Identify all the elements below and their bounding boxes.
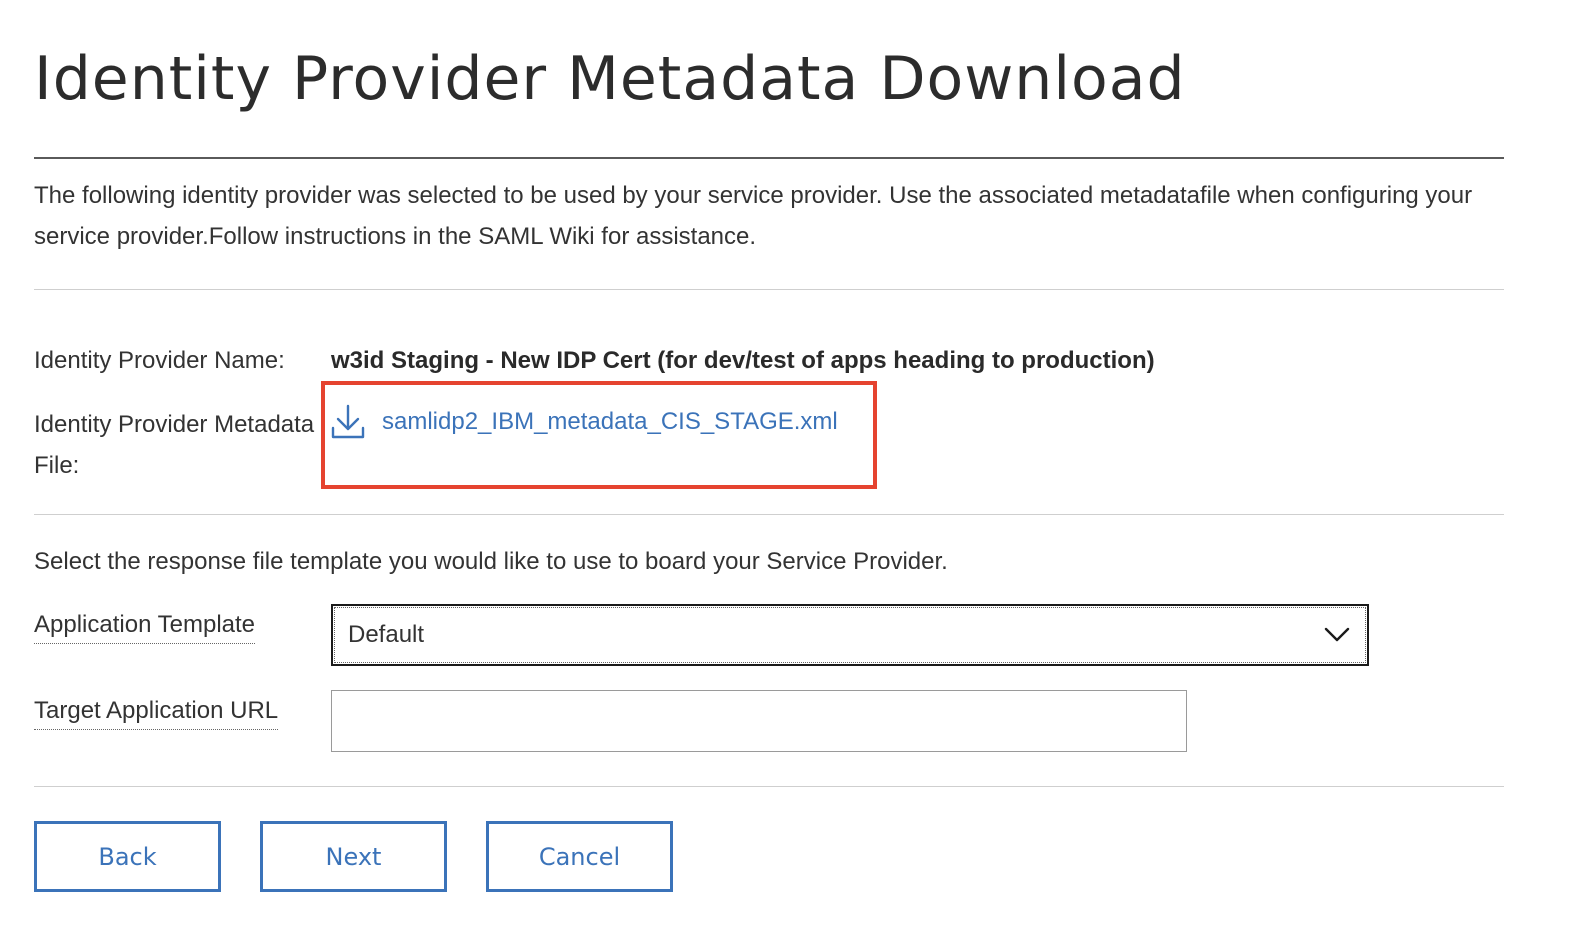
back-button[interactable]: Back: [34, 821, 221, 892]
idp-name-label: Identity Provider Name:: [34, 347, 285, 374]
target-url-input[interactable]: [331, 690, 1187, 752]
page-title: Identity Provider Metadata Download: [34, 44, 1186, 114]
metadata-download-link[interactable]: samlidp2_IBM_metadata_CIS_STAGE.xml: [331, 404, 838, 440]
next-button[interactable]: Next: [260, 821, 447, 892]
chevron-down-icon: [1324, 627, 1350, 642]
section-divider: [34, 514, 1504, 515]
cancel-button[interactable]: Cancel: [486, 821, 673, 892]
download-icon: [331, 404, 365, 440]
application-template-select[interactable]: Default: [331, 604, 1369, 666]
application-template-label[interactable]: Application Template: [34, 607, 256, 644]
metadata-file-name: samlidp2_IBM_metadata_CIS_STAGE.xml: [382, 408, 838, 435]
intro-text: The following identity provider was sele…: [34, 182, 1473, 250]
title-divider: [34, 157, 1504, 159]
template-intro: Select the response file template you wo…: [34, 548, 948, 575]
idp-metadata-label: Identity Provider Metadata File:: [34, 411, 315, 479]
section-divider: [34, 289, 1504, 290]
application-template-value: Default: [348, 621, 425, 648]
idp-name-value: w3id Staging - New IDP Cert (for dev/tes…: [331, 347, 1155, 374]
section-divider: [34, 786, 1504, 787]
target-url-label[interactable]: Target Application URL: [34, 693, 279, 730]
